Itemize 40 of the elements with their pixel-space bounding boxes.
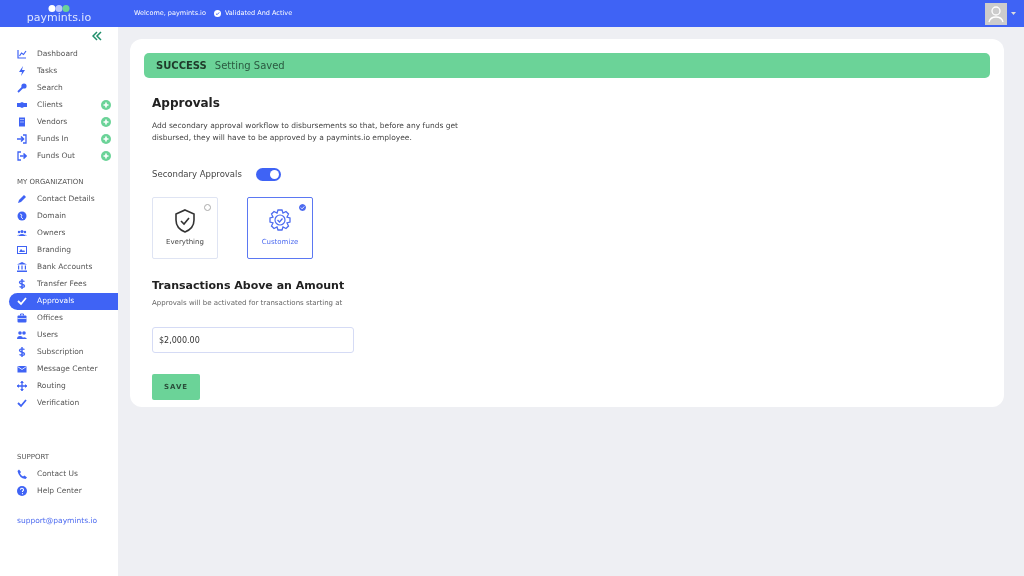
dollar-icon xyxy=(17,279,27,289)
sign-in-icon xyxy=(17,133,27,144)
check-icon xyxy=(17,296,27,306)
collapse-icon[interactable] xyxy=(92,31,102,41)
envelope-icon xyxy=(17,364,27,374)
gear-icon xyxy=(268,208,292,233)
toggle-switch[interactable] xyxy=(255,168,281,181)
bank-icon xyxy=(17,262,27,272)
add-icon[interactable] xyxy=(101,99,111,110)
alert-message: Setting Saved xyxy=(214,59,285,73)
briefcase-icon xyxy=(17,313,27,323)
help-icon xyxy=(17,485,27,496)
add-icon[interactable] xyxy=(101,133,111,144)
add-icon[interactable] xyxy=(101,116,111,127)
sign-out-icon xyxy=(17,150,27,161)
building-icon xyxy=(17,116,27,127)
image-icon xyxy=(17,245,27,255)
logo-text: paymints.io xyxy=(26,11,92,23)
add-icon[interactable] xyxy=(101,150,111,161)
section-title: Approvals xyxy=(152,95,221,112)
people-icon xyxy=(17,228,27,238)
toggle-label: Secondary Approvals xyxy=(152,168,242,181)
alert-title: SUCCESS xyxy=(156,59,207,73)
check-circle-icon xyxy=(213,10,221,17)
pencil-icon xyxy=(17,194,27,204)
users-icon xyxy=(17,330,27,340)
caret-icon[interactable] xyxy=(1011,12,1016,15)
logo-icon xyxy=(48,4,70,12)
amount-field[interactable]: $2,000.00 xyxy=(152,327,354,353)
key-icon xyxy=(17,82,27,93)
avatar-icon[interactable] xyxy=(985,2,1007,25)
dollar-icon xyxy=(17,347,27,357)
radio-checked-icon xyxy=(299,204,306,211)
shield-icon xyxy=(174,208,196,233)
arrows-icon xyxy=(17,381,27,391)
section-title: Transactions Above an Amount xyxy=(152,278,346,294)
lightning-icon xyxy=(17,65,27,76)
chart-icon xyxy=(17,48,27,59)
phone-icon xyxy=(17,468,27,479)
check-icon xyxy=(17,398,27,408)
